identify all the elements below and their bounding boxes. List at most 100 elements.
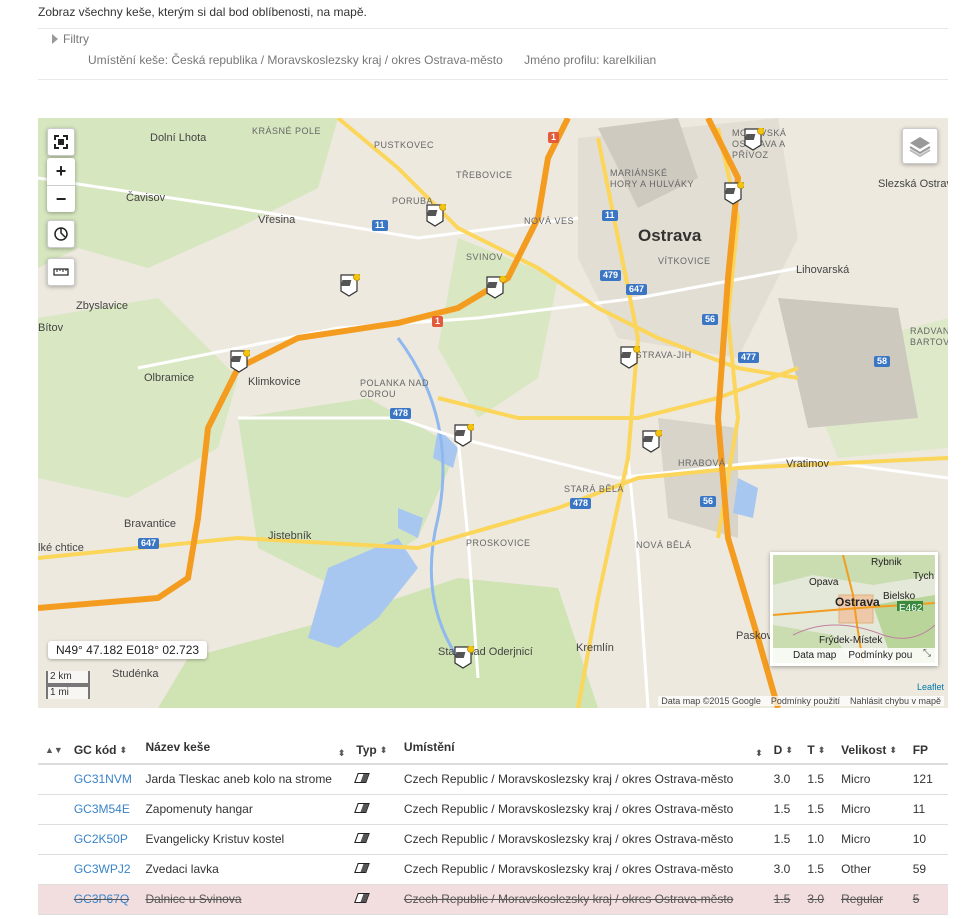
cache-terrain: 1.0 — [803, 824, 838, 855]
cache-marker-icon[interactable] — [724, 181, 745, 205]
coordinates-readout: N49° 47.182 E018° 02.723 — [48, 641, 208, 659]
cache-code-link[interactable]: GC3WPJ2 — [74, 862, 131, 876]
locate-button[interactable] — [47, 220, 75, 248]
cache-location: Czech Republic / Moravskoslezsky kraj / … — [399, 824, 770, 855]
row-spacer — [38, 884, 70, 915]
header-type[interactable]: Typ ⬍ — [352, 736, 400, 765]
cache-size: Micro — [837, 824, 909, 855]
attribution-terms[interactable]: Podmínky použití — [771, 696, 840, 706]
traditional-cache-icon — [354, 803, 371, 813]
filters-toggle[interactable]: Filtry — [52, 32, 89, 46]
minimap-town-label: Bielsko — [883, 591, 916, 602]
cache-fp: 10 — [908, 824, 948, 855]
road-shield: 647 — [138, 538, 160, 549]
measure-button[interactable] — [47, 258, 75, 286]
road-shield: 56 — [702, 314, 719, 325]
cache-name: Evangelicky Kristuv kostel — [141, 824, 353, 855]
zoom-out-button[interactable]: − — [47, 185, 75, 212]
cache-type — [352, 764, 400, 795]
cache-marker-icon[interactable] — [486, 275, 507, 299]
sort-icon: ⬍ — [337, 748, 346, 758]
map-town-label: Kremlín — [576, 642, 614, 654]
map-road — [626, 457, 650, 708]
filters-panel: Filtry Umístění keše: Česká republika / … — [38, 28, 948, 80]
minimap-collapse-icon[interactable]: ⤡ — [923, 648, 931, 659]
cache-code-link[interactable]: GC3P67Q — [69, 884, 142, 915]
map-green-area — [38, 298, 238, 498]
map-town-label: Paskov — [736, 630, 773, 642]
minimap-town-label: Rybnik — [871, 557, 902, 568]
header-code[interactable]: GC kód ⬍ — [69, 736, 142, 765]
map-town-label: VÍTKOVICE — [658, 256, 711, 266]
minimap-town-label: E462 — [899, 603, 923, 614]
cache-code-link[interactable]: GC31NVM — [69, 764, 142, 795]
cache-code-link[interactable]: GC3WPJ2 — [69, 854, 142, 885]
map-town-label: KRÁSNÉ POLE — [252, 126, 322, 136]
cache-terrain: 1.5 — [803, 764, 838, 795]
table-row: GC3WPJ2 Zvedaci lavka Czech Republic / Mor… — [38, 854, 948, 885]
map-town-label: Staré nad Oderjnicí — [438, 646, 533, 658]
cache-code-link[interactable]: GC3P67Q — [74, 892, 129, 906]
cache-marker-icon[interactable] — [426, 203, 447, 227]
cache-marker-icon[interactable] — [454, 645, 475, 669]
row-spacer — [38, 794, 70, 825]
triangle-right-icon — [52, 34, 58, 44]
row-spacer — [38, 824, 70, 855]
header-terrain[interactable]: T ⬍ — [803, 736, 838, 765]
header-name[interactable]: Název keše ⬍ — [141, 736, 353, 765]
attribution-report[interactable]: Nahlásit chybu v mapě — [850, 696, 941, 706]
header-size[interactable]: Velikost ⬍ — [837, 736, 909, 765]
map-town-label: Čavisov — [126, 192, 166, 204]
fullscreen-button[interactable] — [47, 128, 75, 156]
cache-name: Dalnice u Svinova — [141, 884, 353, 915]
minimap-links: Data map Podmínky pou — [773, 648, 935, 663]
table-header-row: ▲▼ GC kód ⬍ Název keše ⬍ Typ ⬍ Umístění ⬍ D ⬍… — [38, 736, 948, 765]
cache-marker-icon[interactable] — [230, 349, 251, 373]
map-town-label: TŘEBOVICE — [456, 170, 513, 180]
cache-code-link[interactable]: GC3M54E — [74, 802, 130, 816]
row-spacer — [38, 764, 70, 795]
zoom-in-button[interactable]: + — [47, 158, 75, 185]
map-town-label: NOVÁ BĚLÁ — [636, 540, 692, 550]
map-town-label: Zbyslavice — [76, 300, 128, 312]
traditional-cache-icon — [354, 833, 371, 843]
table-body: GC31NVM Jarda Tleskac aneb kolo na strome… — [38, 764, 948, 915]
minimap-link-terms[interactable]: Podmínky pou — [848, 650, 912, 661]
header-fp[interactable]: FP — [908, 736, 948, 765]
cache-name: Zapomenuty hangar — [141, 794, 353, 825]
cache-marker-icon[interactable] — [454, 423, 475, 447]
road-shield: 477 — [738, 352, 760, 363]
cache-marker-icon[interactable] — [620, 345, 641, 369]
header-difficulty[interactable]: D ⬍ — [769, 736, 804, 765]
cache-code-link[interactable]: GC31NVM — [74, 772, 132, 786]
leaflet-link[interactable]: Leaflet — [917, 682, 944, 692]
fullscreen-icon — [54, 135, 68, 149]
road-shield: 1 — [432, 316, 444, 327]
cache-code-link[interactable]: GC3M54E — [69, 794, 142, 825]
cache-code-link[interactable]: GC2K50P — [74, 832, 128, 846]
map-town-label: Bítov — [38, 322, 64, 334]
road-shield: 478 — [390, 408, 412, 419]
cache-marker-icon[interactable] — [642, 429, 663, 453]
map-town-label: Dolní Lhota — [150, 132, 207, 144]
minimap-town-label: Ostrava — [835, 595, 880, 609]
sort-icon: ⬍ — [889, 744, 897, 755]
attribution-data: Data map ©2015 Google — [661, 696, 761, 706]
cache-marker-icon[interactable] — [340, 273, 361, 297]
map-town-label: Vřesina — [258, 214, 296, 226]
sort-icon: ⬍ — [785, 744, 793, 755]
map-town-label: Jistebník — [268, 530, 312, 542]
minimap-link-data[interactable]: Data map — [793, 650, 836, 661]
cache-code-link[interactable]: GC2K50P — [69, 824, 142, 855]
map-town-label: lké chtice — [38, 542, 84, 554]
map[interactable]: Ostrava Dolní Lhota Čavisov Vřesina Zbyslavi… — [38, 118, 948, 708]
cache-marker-icon[interactable] — [744, 127, 765, 151]
map-town-label: SVINOV — [466, 252, 504, 262]
cache-difficulty: 1.5 — [769, 794, 804, 825]
minimap[interactable]: Rybnik Opava Ostrava Bielsko Frýdek-Místek Ty… — [770, 552, 938, 666]
sort-icon: ⬍ — [817, 744, 826, 755]
layers-button[interactable] — [902, 128, 938, 164]
header-location[interactable]: Umístění ⬍ — [399, 736, 770, 765]
header-sort-all[interactable]: ▲▼ — [38, 736, 70, 765]
road-shield: 1 — [548, 132, 560, 143]
